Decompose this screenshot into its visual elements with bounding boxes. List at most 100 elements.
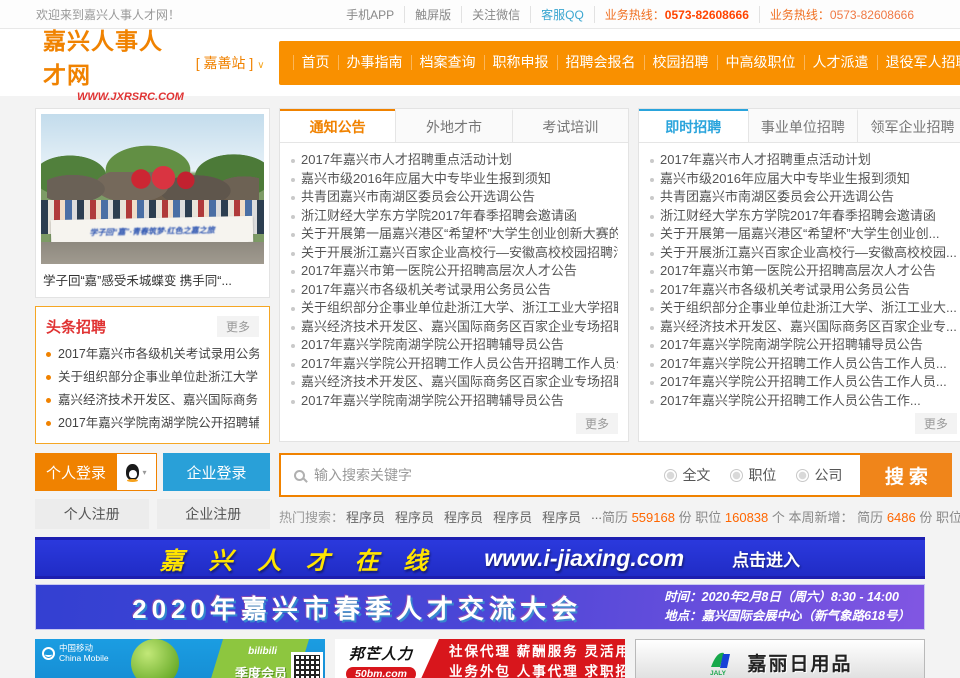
hot-search-term[interactable]: 程序员 (493, 507, 532, 526)
news-item[interactable]: 嘉兴市级2016年应届大中专毕业生报到须知 (290, 170, 618, 189)
banner2-title: 2020年嘉兴市春季人才交流大会 (50, 589, 664, 626)
tab-public-institution[interactable]: 事业单位招聘 (748, 109, 858, 142)
headline-more-link[interactable]: 更多 (217, 316, 259, 337)
qq-login-dropdown[interactable]: ▾ (117, 453, 157, 491)
nav-item[interactable]: 职称申报 (484, 55, 557, 70)
news-item[interactable]: 嘉兴经济技术开发区、嘉兴国际商务区百家企业专场招聘会公告 (290, 318, 618, 337)
news-item[interactable]: 2017年嘉兴学院南湖学院公开招聘辅导员公告 (290, 336, 618, 355)
bangmang-service-line2: 业务外包 人事代理 求职招聘 (449, 662, 625, 678)
search-scope-option[interactable]: 全文 (664, 465, 710, 485)
search-scope-option[interactable]: 职位 (730, 465, 776, 485)
tab-instant-recruit[interactable]: 即时招聘 (639, 109, 748, 142)
tab-leading-enterprise[interactable]: 领军企业招聘 (857, 109, 960, 142)
site-url: WWW.JXRSRC.COM (43, 91, 184, 103)
news-item[interactable]: 2017年嘉兴学院公开招聘工作人员公告工作... (649, 392, 957, 411)
bangmang-hr-ad[interactable]: 邦芒人力 50bm.com 社保代理 薪酬服务 灵活用工 业务外包 人事代理 求… (335, 639, 625, 678)
news-item[interactable]: 嘉兴经济技术开发区、嘉兴国际商务区百家企业专... (649, 318, 957, 337)
news-item[interactable]: 关于组织部分企事业单位赴浙江大学、浙江工业大学招聘人才的... (290, 299, 618, 318)
nav-item[interactable]: 人才派遣 (804, 55, 877, 70)
news-item[interactable]: 2017年嘉兴学院公开招聘工作人员公告工作人员... (649, 373, 957, 392)
news-item[interactable]: 浙江财经大学东方学院2017年春季招聘会邀请函 (290, 207, 618, 226)
nav-item[interactable]: 首页 (293, 55, 338, 70)
news-photo[interactable]: 学子回“嘉”·青春筑梦·红色之嘉之旅 (41, 114, 264, 264)
welcome-text: 欢迎来到嘉兴人事人才网！ (36, 6, 180, 23)
photo-banner-text: 学子回“嘉”·青春筑梦·红色之嘉之旅 (89, 224, 215, 238)
station-selector[interactable]: [ 嘉善站 ] ∨ (196, 53, 265, 73)
photo-caption[interactable]: 学子回“嘉”感受禾城蝶变 携手同“... (41, 264, 264, 292)
site-stats: 简历 559168 份 职位 160838 个 本周新增： 简历 6486 份 … (602, 507, 960, 526)
topbar-link-wechat[interactable]: 关注微信 (461, 6, 530, 23)
news-item[interactable]: 关于开展第一届嘉兴港区“希望杯”大学生创业创... (649, 225, 957, 244)
notice-list: 2017年嘉兴市人才招聘重点活动计划嘉兴市级2016年应届大中专毕业生报到须知共… (280, 143, 628, 410)
headline-item[interactable]: 关于组织部分企事业单位赴浙江大学... (46, 366, 259, 389)
personal-register-button[interactable]: 个人注册 (35, 499, 149, 529)
ad-offer-text: 季度会员 (235, 663, 287, 678)
news-item[interactable]: 共青团嘉兴市南湖区委员会公开选调公告 (290, 188, 618, 207)
hot-search-term[interactable]: ... (591, 507, 602, 526)
news-item[interactable]: 2017年嘉兴市各级机关考试录用公务员公告 (649, 281, 957, 300)
radio-icon (796, 469, 809, 482)
site-title-block[interactable]: 嘉兴人事人才网 WWW.JXRSRC.COM (43, 22, 184, 103)
personal-login-button[interactable]: 个人登录 (35, 453, 117, 491)
china-mobile-brand-text: 中国移动 China Mobile (59, 644, 109, 664)
headline-item[interactable]: 2017年嘉兴市各级机关考试录用公务... (46, 343, 259, 366)
news-item[interactable]: 关于开展浙江嘉兴百家企业高校行—安徽高校校园招聘活动的通... (290, 244, 618, 263)
news-item[interactable]: 共青团嘉兴市南湖区委员会公开选调公告 (649, 188, 957, 207)
news-item[interactable]: 2017年嘉兴市第一医院公开招聘高层次人才公告 (649, 262, 957, 281)
hot-search-term[interactable]: 程序员 (395, 507, 434, 526)
login-column: 个人登录 ▾ 企业登录 个人注册 企业注册 (35, 453, 270, 529)
banner2-time-label: 时间： (664, 590, 702, 604)
nav-item[interactable]: 退役军人招聘 (877, 55, 960, 70)
topbar-link-service-qq[interactable]: 客服QQ (530, 6, 594, 23)
header: 嘉兴人事人才网 WWW.JXRSRC.COM [ 嘉善站 ] ∨ 首页办事指南档… (0, 29, 960, 96)
search-scope-option[interactable]: 公司 (796, 465, 842, 485)
hot-search-term[interactable]: 程序员 (444, 507, 483, 526)
nav-item[interactable]: 办事指南 (338, 55, 411, 70)
news-item[interactable]: 2017年嘉兴学院南湖学院公开招聘辅导员公告 (290, 392, 618, 411)
hot-search-term[interactable]: 程序员 (346, 507, 385, 526)
hot-search-term[interactable]: 程序员 (542, 507, 581, 526)
nav-item[interactable]: 校园招聘 (644, 55, 717, 70)
news-item[interactable]: 浙江财经大学东方学院2017年春季招聘会邀请函 (649, 207, 957, 226)
recruit-more-link[interactable]: 更多 (915, 413, 957, 434)
news-item[interactable]: 2017年嘉兴市人才招聘重点活动计划 (290, 151, 618, 170)
week-resume-count: 6486 (887, 510, 916, 525)
nav-item[interactable]: 中高级职位 (717, 55, 804, 70)
topbar-link-mobile-app[interactable]: 手机APP (336, 6, 404, 23)
nav-item[interactable]: 招聘会报名 (557, 55, 644, 70)
news-item[interactable]: 嘉兴经济技术开发区、嘉兴国际商务区百家企业专场招聘会公告 (290, 373, 618, 392)
search-input[interactable] (314, 467, 664, 483)
china-mobile-ad[interactable]: 中国移动 China Mobile bilibili 季度会员 移动花卡 (35, 639, 325, 678)
tab-exam-training[interactable]: 考试培训 (512, 109, 628, 142)
company-login-button[interactable]: 企业登录 (163, 453, 270, 491)
news-item[interactable]: 嘉兴市级2016年应届大中专毕业生报到须知 (649, 170, 957, 189)
topbar-link-touch-version[interactable]: 触屏版 (404, 6, 461, 23)
news-item[interactable]: 2017年嘉兴市人才招聘重点活动计划 (649, 151, 957, 170)
news-item[interactable]: 关于开展第一届嘉兴港区“希望杯”大学生创业创新大赛的通知 (290, 225, 618, 244)
jaly-ad[interactable]: JALY 嘉丽日用品 (635, 639, 925, 678)
headline-item[interactable]: 嘉兴经济技术开发区、嘉兴国际商务... (46, 389, 259, 412)
headline-item[interactable]: 2017年嘉兴学院南湖学院公开招聘辅... (46, 412, 259, 435)
tab-outside-market[interactable]: 外地才市 (395, 109, 511, 142)
jiaxing-talent-online-banner[interactable]: 嘉 兴 人 才 在 线 www.i-jiaxing.com 点击进入 (35, 537, 925, 579)
company-register-button[interactable]: 企业注册 (157, 499, 271, 529)
tab-notice[interactable]: 通知公告 (280, 109, 395, 142)
news-item[interactable]: 关于组织部分企事业单位赴浙江大学、浙江工业大... (649, 299, 957, 318)
scope-label: 职位 (748, 465, 776, 485)
banner1-cta: 点击进入 (732, 546, 800, 571)
news-item[interactable]: 2017年嘉兴市第一医院公开招聘高层次人才公告 (290, 262, 618, 281)
station-label: [ 嘉善站 ] (196, 55, 254, 71)
news-item[interactable]: 2017年嘉兴学院公开招聘工作人员公告工作人员... (649, 355, 957, 374)
recruit-list: 2017年嘉兴市人才招聘重点活动计划嘉兴市级2016年应届大中专毕业生报到须知共… (639, 143, 960, 410)
news-item[interactable]: 关于开展浙江嘉兴百家企业高校行—安徽高校校园... (649, 244, 957, 263)
search-button[interactable]: 搜索 (860, 453, 952, 497)
news-item[interactable]: 2017年嘉兴市各级机关考试录用公务员公告 (290, 281, 618, 300)
news-item[interactable]: 2017年嘉兴学院南湖学院公开招聘辅导员公告 (649, 336, 957, 355)
nav-item[interactable]: 档案查询 (411, 55, 484, 70)
notice-more-row: 更多 (280, 410, 628, 441)
spring-job-fair-banner[interactable]: 2020年嘉兴市春季人才交流大会 时间：2020年2月8日（周六）8:30 - … (35, 584, 925, 630)
notice-more-link[interactable]: 更多 (576, 413, 618, 434)
jaly-ad-body: JALY 嘉丽日用品 (635, 639, 925, 678)
news-item[interactable]: 2017年嘉兴学院公开招聘工作人员公告开招聘工作人员公告开... (290, 355, 618, 374)
banner2-time-line: 时间：2020年2月8日（周六）8:30 - 14:00 (664, 588, 910, 607)
